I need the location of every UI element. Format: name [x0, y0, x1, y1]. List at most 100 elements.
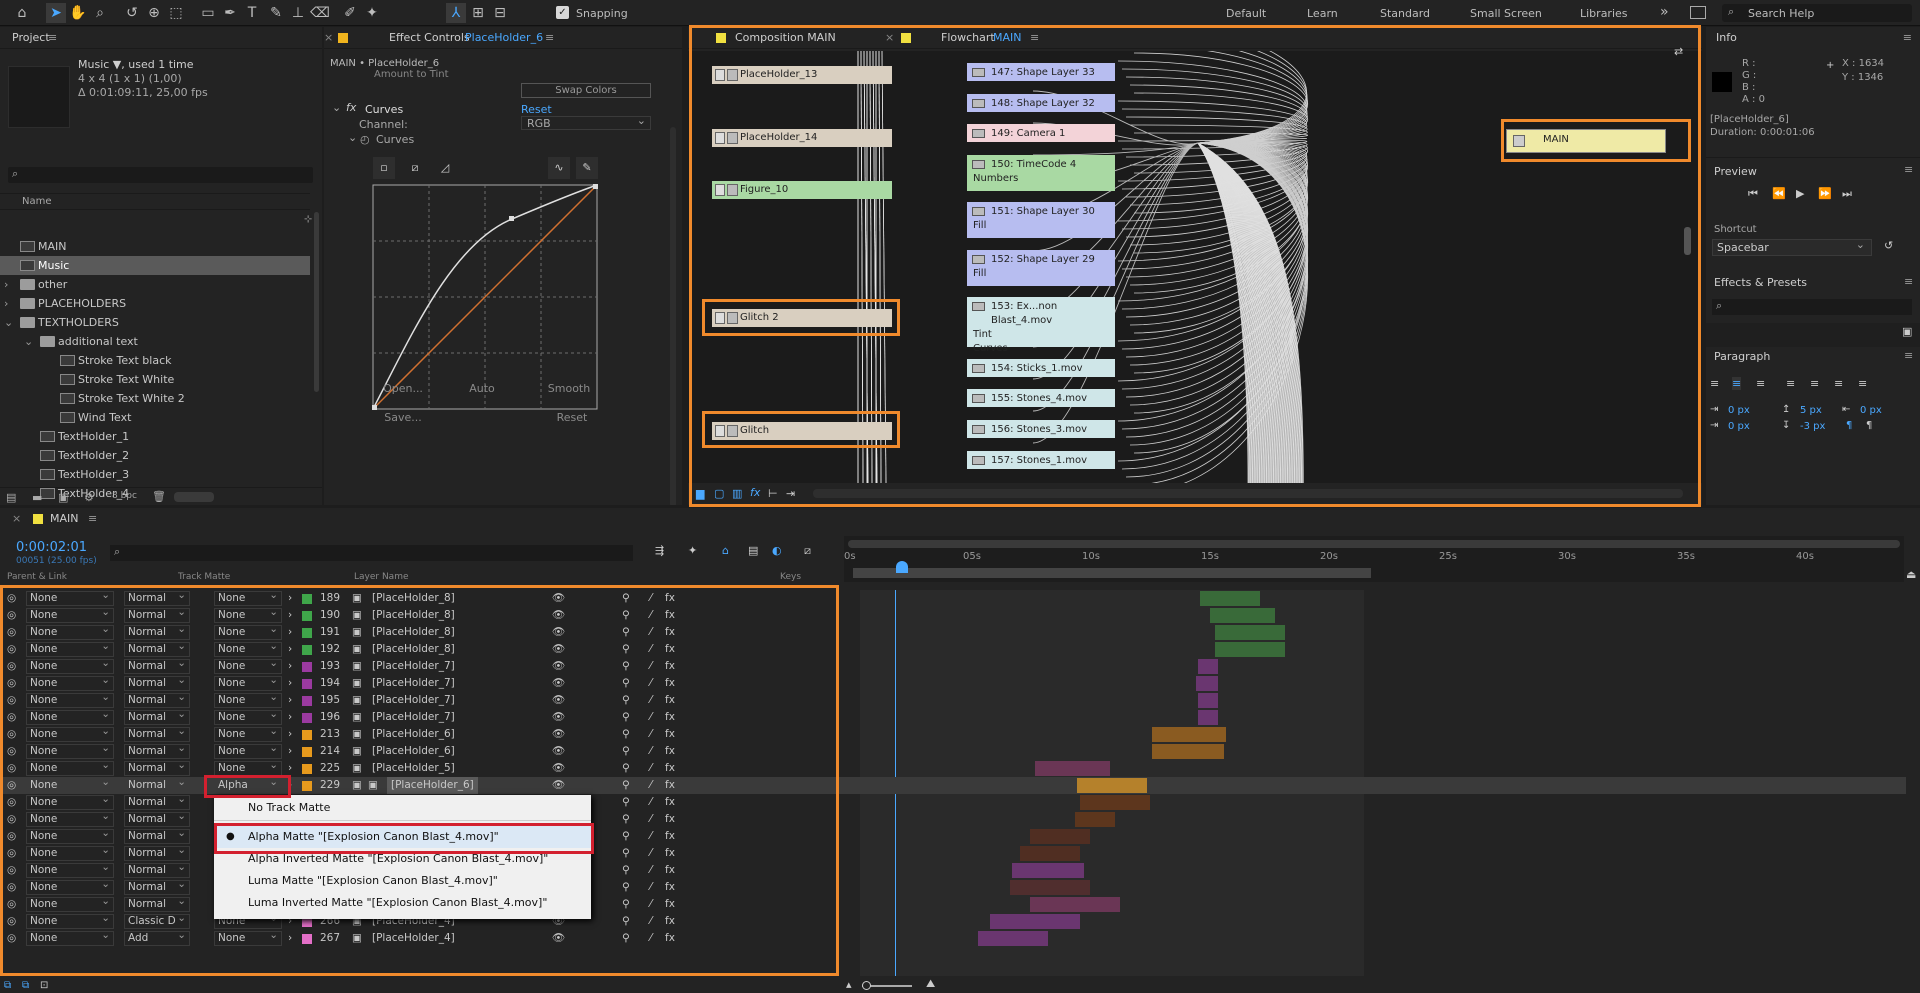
parent-dropdown[interactable]: None	[26, 827, 114, 844]
project-item[interactable]: › PLACEHOLDERS	[0, 294, 310, 313]
layer-duration-bar[interactable]	[1215, 642, 1285, 657]
effect-switch-icon[interactable]: fx	[665, 862, 675, 879]
blend-mode-dropdown[interactable]: Normal	[124, 725, 190, 742]
column-name[interactable]: Name	[22, 196, 52, 207]
new-comp-icon[interactable]: ▣	[58, 491, 68, 504]
effect-switch-icon[interactable]: fx	[665, 624, 675, 641]
preview-panel-title[interactable]: Preview	[1714, 165, 1757, 178]
layer-duration-bar[interactable]	[1196, 676, 1218, 691]
visibility-icon[interactable]: 👁	[552, 726, 565, 743]
col-keys[interactable]: Keys	[780, 572, 801, 582]
blend-mode-dropdown[interactable]: Normal	[124, 623, 190, 640]
workspace-default[interactable]: Default	[1226, 7, 1266, 20]
hierarchy-icon[interactable]: ⊹	[304, 214, 312, 225]
time-ruler[interactable]: 0s 05s 10s 15s 20s 25s 30s 35s 40s	[844, 536, 1904, 582]
effects-list[interactable]	[1706, 323, 1920, 347]
playhead-handle[interactable]	[896, 561, 908, 573]
pickwhip-icon[interactable]: ◎	[7, 845, 16, 862]
menu-no-track-matte[interactable]: No Track Matte	[214, 797, 591, 819]
flowchart-layer-node[interactable]: 155: Stones_4.mov	[967, 389, 1115, 407]
justify-right-icon[interactable]: ≡	[1834, 377, 1843, 390]
delete-icon[interactable]: 🗑	[152, 490, 166, 503]
shy-switch-icon[interactable]: ⚲	[622, 692, 630, 709]
quality-switch-icon[interactable]: ⁄	[650, 692, 652, 709]
visibility-icon[interactable]: 👁	[552, 760, 565, 777]
table-row[interactable]: ◎ None Normal None › 213 ▣ [PlaceHolder_6] 👁 ⚲ ⁄ fx	[0, 725, 1906, 743]
layer-name[interactable]: [PlaceHolder_4]	[372, 930, 455, 947]
blend-mode-dropdown[interactable]: Normal	[124, 606, 190, 623]
quality-switch-icon[interactable]: ⁄	[650, 913, 652, 930]
new-preset-icon[interactable]: ▣	[1902, 325, 1912, 338]
table-row[interactable]: ◎ None Normal None › 214 ▣ [PlaceHolder_6] 👁 ⚲ ⁄ fx	[0, 742, 1906, 760]
quality-switch-icon[interactable]: ⁄	[650, 641, 652, 658]
shy-switch-icon[interactable]: ⚲	[622, 862, 630, 879]
pickwhip-icon[interactable]: ◎	[7, 726, 16, 743]
chevron-down-icon[interactable]: ⌄	[348, 131, 357, 144]
visibility-icon[interactable]: 👁	[552, 641, 565, 658]
pen-tool-icon[interactable]: ✒	[220, 3, 240, 23]
justify-all-icon[interactable]: ≡	[1858, 377, 1867, 390]
expand-layer-icon[interactable]: ›	[288, 624, 292, 641]
workspace-libraries[interactable]: Libraries	[1580, 7, 1628, 20]
layers-toggle-icon[interactable]: ▥	[732, 487, 742, 500]
close-tab-icon[interactable]: ×	[12, 508, 21, 530]
pickwhip-icon[interactable]: ◎	[7, 760, 16, 777]
layer-name[interactable]: [PlaceHolder_8]	[372, 624, 455, 641]
project-item[interactable]: Music	[0, 256, 310, 275]
blend-mode-dropdown[interactable]: Add	[124, 929, 190, 946]
layer-name[interactable]: [PlaceHolder_6]	[387, 777, 478, 794]
parent-dropdown[interactable]: None	[26, 590, 114, 606]
node-toggle-icon[interactable]	[715, 312, 725, 324]
quality-switch-icon[interactable]: ⁄	[650, 760, 652, 777]
effect-switch-icon[interactable]: fx	[665, 777, 675, 794]
flowchart-layer-node[interactable]: 147: Shape Layer 33	[967, 63, 1115, 81]
shy-switch-icon[interactable]: ⚲	[622, 930, 630, 947]
pickwhip-icon[interactable]: ◎	[7, 794, 16, 811]
layer-duration-bar[interactable]	[1215, 625, 1285, 640]
world-axis-icon[interactable]: ⊞	[468, 3, 488, 23]
curves-graph[interactable]	[372, 184, 599, 411]
quality-switch-icon[interactable]: ⁄	[650, 726, 652, 743]
indent-right-value[interactable]: 0 px	[1860, 405, 1882, 416]
open-button[interactable]: Open...	[383, 382, 423, 395]
project-item[interactable]: TextHolder_3	[0, 465, 310, 484]
blend-mode-dropdown[interactable]: Normal	[124, 657, 190, 674]
panel-menu-icon[interactable]: ≡	[88, 508, 97, 530]
flowchart-direction-icon[interactable]: ⇄	[1674, 45, 1683, 58]
panel-menu-icon[interactable]: ≡	[48, 27, 57, 49]
zoom-in-icon[interactable]: ⛰	[926, 977, 935, 991]
pickwhip-icon[interactable]: ◎	[7, 879, 16, 896]
curves-reset-link[interactable]: Reset	[521, 103, 552, 116]
track-matte-dropdown[interactable]: None	[214, 657, 282, 674]
menu-luma-inverted-matte[interactable]: Luma Inverted Matte "[Explosion Canon Bl…	[214, 892, 591, 914]
effect-switch-icon[interactable]: fx	[665, 828, 675, 845]
pickwhip-icon[interactable]: ◎	[7, 709, 16, 726]
layer-name[interactable]: [PlaceHolder_7]	[372, 692, 455, 709]
layer-duration-bar[interactable]	[1075, 812, 1115, 827]
visibility-icon[interactable]: 👁	[552, 743, 565, 760]
blend-mode-dropdown[interactable]: Normal	[124, 590, 190, 606]
menu-luma-matte[interactable]: Luma Matte "[Explosion Canon Blast_4.mov…	[214, 870, 591, 892]
save-button[interactable]: Save...	[383, 411, 423, 424]
channel-dropdown[interactable]: RGB ⌄	[521, 114, 651, 130]
blend-mode-dropdown[interactable]: Normal	[124, 759, 190, 776]
flowchart-v-scrollbar[interactable]	[1684, 227, 1691, 255]
timeline-search-input[interactable]: ⌕	[110, 545, 633, 561]
parent-dropdown[interactable]: None	[26, 861, 114, 878]
bezier-tool-icon[interactable]: ∿	[548, 157, 570, 179]
thumbnail-slider[interactable]	[174, 492, 214, 502]
blend-mode-dropdown[interactable]: Normal	[124, 674, 190, 691]
layer-name[interactable]: [PlaceHolder_7]	[372, 675, 455, 692]
justify-left-icon[interactable]: ≡	[1786, 377, 1795, 390]
composition-tab[interactable]: Composition MAIN	[735, 27, 836, 49]
pickwhip-icon[interactable]: ◎	[7, 675, 16, 692]
interpret-footage-icon[interactable]: ▤	[6, 491, 16, 504]
chevron-down-icon[interactable]: ⌄	[332, 101, 341, 114]
blend-mode-dropdown[interactable]: Normal	[124, 708, 190, 725]
quality-switch-icon[interactable]: ⁄	[650, 607, 652, 624]
layer-duration-bar[interactable]	[978, 931, 1048, 946]
table-row[interactable]: ◎ None Normal None › 191 ▣ [PlaceHolder_8] 👁 ⚲ ⁄ fx	[0, 623, 1906, 641]
effects-presets-title[interactable]: Effects & Presets	[1714, 276, 1807, 289]
quality-switch-icon[interactable]: ⁄	[650, 896, 652, 913]
quality-switch-icon[interactable]: ⁄	[650, 658, 652, 675]
